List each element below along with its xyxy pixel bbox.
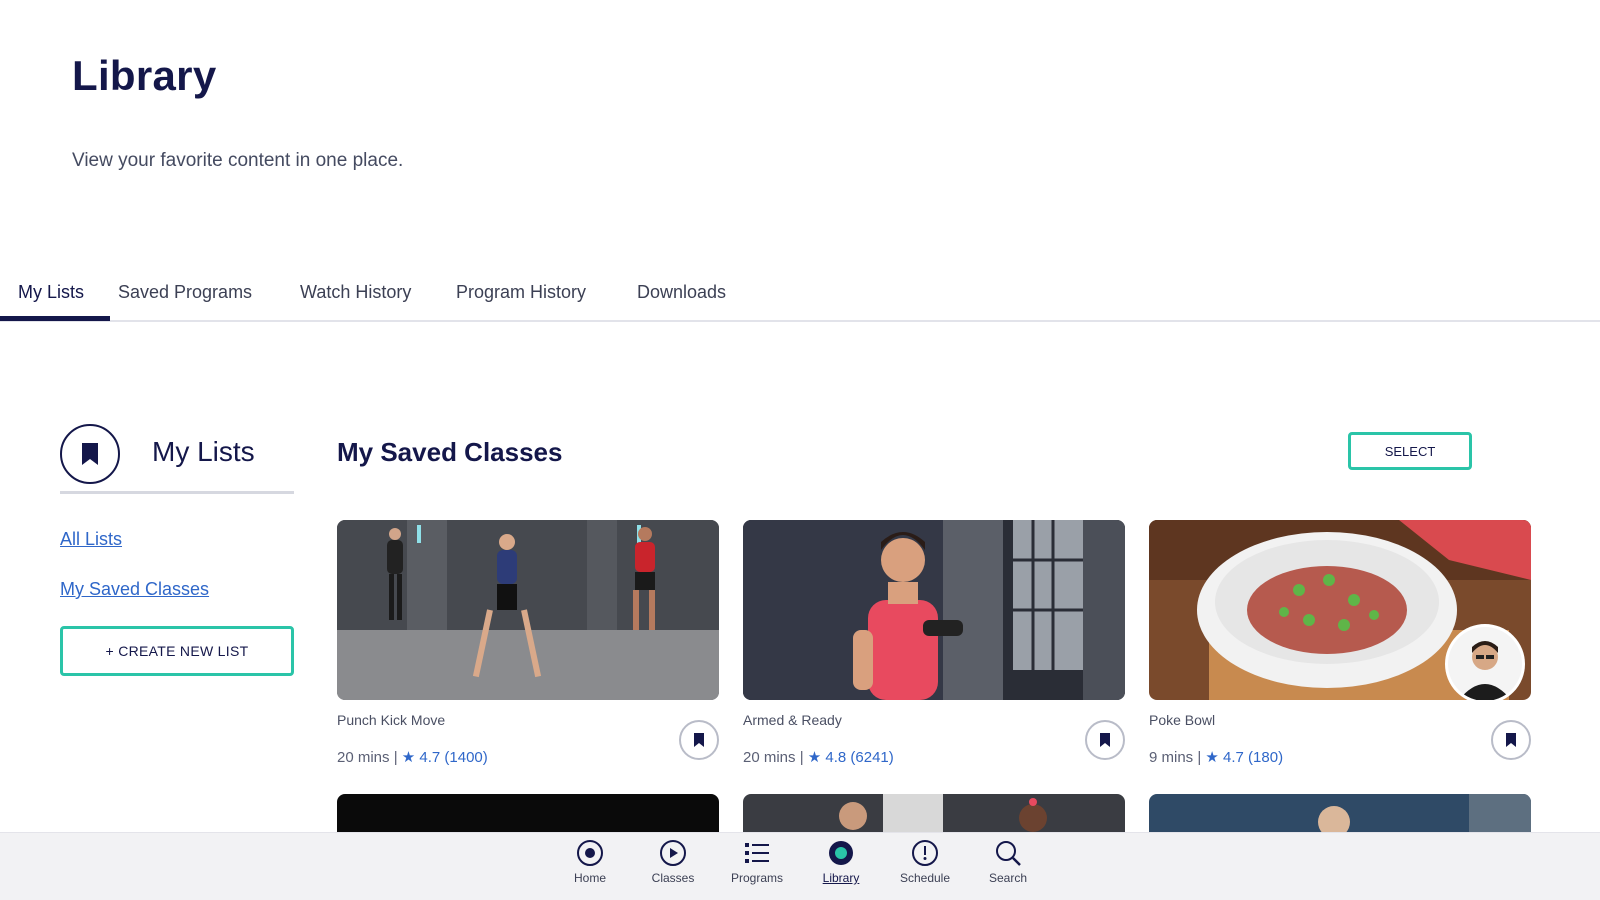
class-duration: 9 mins | [1149, 749, 1202, 766]
nav-label: Classes [651, 871, 695, 885]
class-rating: ★ 4.8 (6241) [807, 749, 894, 766]
tab-saved-programs[interactable]: Saved Programs [118, 282, 252, 303]
bookmark-icon [1506, 733, 1516, 747]
bookmark-toggle-button[interactable] [1085, 720, 1125, 760]
bookmark-icon [60, 424, 120, 484]
library-icon [829, 841, 853, 865]
class-card[interactable]: Armed & Ready 20 mins | ★ 4.8 (6241) [743, 520, 1125, 766]
class-card[interactable]: Poke Bowl 9 mins | ★ 4.7 (180) [1149, 520, 1531, 766]
search-icon [996, 841, 1021, 866]
sidebar-header: My Lists [60, 424, 294, 494]
create-new-list-button[interactable]: + CREATE NEW LIST [60, 626, 294, 676]
class-card[interactable]: Punch Kick Move 20 mins | ★ 4.7 (1400) [337, 520, 719, 766]
tab-program-history[interactable]: Program History [456, 282, 586, 303]
nav-item-classes[interactable]: Classes [633, 839, 713, 885]
nav-label: Schedule [899, 871, 951, 885]
class-meta: 20 mins | ★ 4.8 (6241) [743, 748, 894, 766]
class-thumbnail[interactable] [337, 520, 719, 700]
sidebar-link-my-saved-classes[interactable]: My Saved Classes [60, 579, 209, 600]
class-title: Punch Kick Move [337, 712, 446, 728]
list-icon [745, 843, 769, 863]
bottom-navigation: Home Classes Programs Library Schedule S… [0, 832, 1600, 900]
class-thumbnail[interactable] [337, 794, 719, 834]
class-meta: 20 mins | ★ 4.7 (1400) [337, 748, 488, 766]
schedule-icon [912, 840, 938, 866]
class-thumbnail[interactable] [1149, 520, 1531, 700]
page-subtitle: View your favorite content in one place. [72, 150, 404, 171]
nav-item-search[interactable]: Search [968, 839, 1048, 885]
class-duration: 20 mins | [337, 749, 398, 766]
nav-item-schedule[interactable]: Schedule [885, 839, 965, 885]
bookmark-icon [694, 733, 704, 747]
active-tab-indicator [0, 316, 110, 321]
nav-item-home[interactable]: Home [550, 839, 630, 885]
class-duration: 20 mins | [743, 749, 804, 766]
bookmark-icon [1100, 733, 1110, 747]
nav-item-programs[interactable]: Programs [717, 839, 797, 885]
nav-label: Library [822, 871, 860, 885]
class-title: Poke Bowl [1149, 712, 1216, 728]
class-title: Armed & Ready [743, 712, 842, 728]
nav-label: Programs [730, 871, 783, 885]
sidebar-link-all-lists[interactable]: All Lists [60, 529, 122, 550]
class-thumbnail[interactable] [743, 794, 1125, 834]
nav-label: Home [573, 871, 606, 885]
bookmark-toggle-button[interactable] [679, 720, 719, 760]
section-title: My Saved Classes [337, 437, 563, 467]
tab-downloads[interactable]: Downloads [637, 282, 726, 303]
page-title: Library [72, 52, 217, 99]
nav-label: Search [988, 871, 1028, 885]
class-rating: ★ 4.7 (180) [1205, 749, 1284, 766]
class-meta: 9 mins | ★ 4.7 (180) [1149, 748, 1283, 766]
tab-watch-history[interactable]: Watch History [300, 282, 411, 303]
tab-my-lists[interactable]: My Lists [18, 282, 84, 303]
library-tabs: My Lists Saved Programs Watch History Pr… [0, 268, 1600, 322]
class-thumbnail[interactable] [1149, 794, 1531, 834]
home-icon [577, 840, 603, 866]
nav-item-library[interactable]: Library [801, 839, 881, 885]
class-rating: ★ 4.7 (1400) [401, 749, 488, 766]
class-thumbnail[interactable] [743, 520, 1125, 700]
play-icon [660, 840, 686, 866]
instructor-avatar [1445, 624, 1525, 700]
select-button[interactable]: SELECT [1348, 432, 1472, 470]
sidebar-title: My Lists [152, 436, 255, 467]
bookmark-toggle-button[interactable] [1491, 720, 1531, 760]
